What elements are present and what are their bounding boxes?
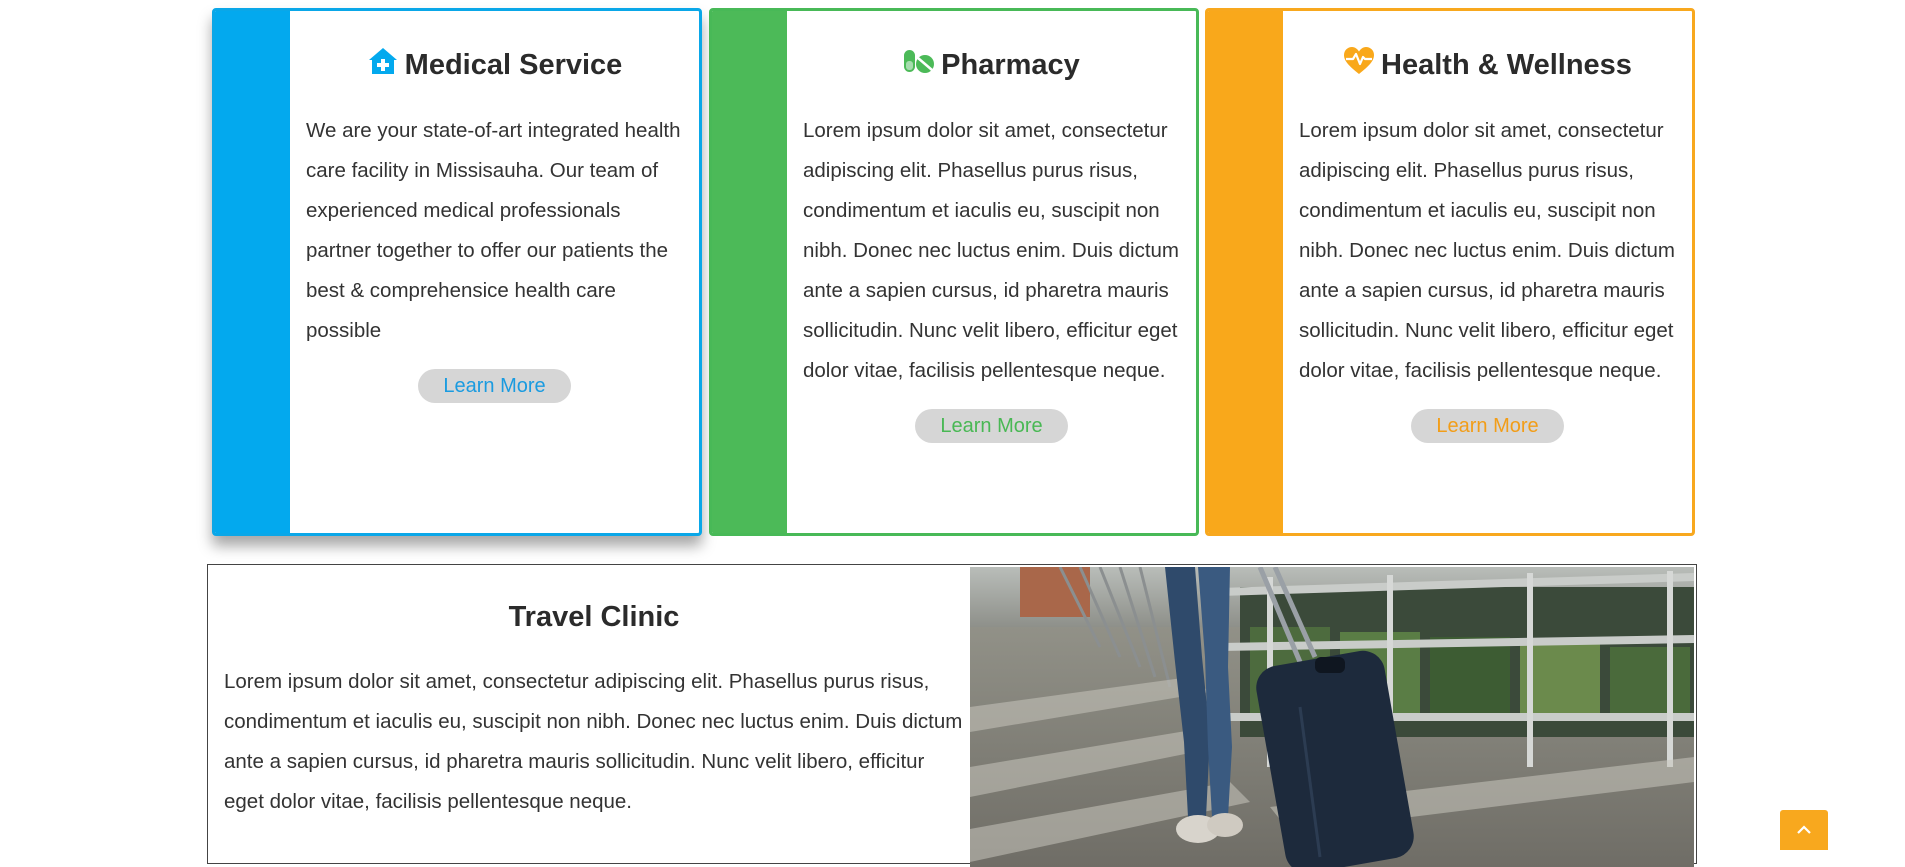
home-plus-icon xyxy=(367,45,399,85)
learn-more-button[interactable]: Learn More xyxy=(418,369,571,403)
pills-icon xyxy=(903,45,935,85)
travel-clinic-description: Lorem ipsum dolor sit amet, consectetur … xyxy=(224,670,963,813)
card-description: Lorem ipsum dolor sit amet, consectetur … xyxy=(803,119,1180,382)
card-title: Health & Wellness xyxy=(1299,45,1676,85)
chevron-up-icon xyxy=(1796,823,1812,838)
card-description: Lorem ipsum dolor sit amet, consectetur … xyxy=(1299,119,1676,382)
card-title: Pharmacy xyxy=(803,45,1180,85)
learn-more-button[interactable]: Learn More xyxy=(1411,409,1564,443)
card-description: We are your state-of-art integrated heal… xyxy=(306,119,681,342)
card-title: Medical Service xyxy=(306,45,683,85)
card-accent-stripe xyxy=(1208,11,1283,533)
traveler-with-suitcase-photo xyxy=(970,567,1694,867)
pharmacy-card: Pharmacy Lorem ipsum dolor sit amet, con… xyxy=(709,8,1199,536)
scroll-to-top-button[interactable] xyxy=(1780,810,1828,850)
travel-clinic-section: Travel Clinic Lorem ipsum dolor sit amet… xyxy=(207,564,1697,867)
card-accent-stripe xyxy=(712,11,787,533)
heart-pulse-icon xyxy=(1343,45,1375,85)
learn-more-button[interactable]: Learn More xyxy=(915,409,1068,443)
medical-service-card: Medical Service We are your state-of-art… xyxy=(212,8,702,536)
travel-clinic-title: Travel Clinic xyxy=(508,601,680,633)
health-wellness-card: Health & Wellness Lorem ipsum dolor sit … xyxy=(1205,8,1695,536)
card-accent-stripe xyxy=(215,11,290,533)
